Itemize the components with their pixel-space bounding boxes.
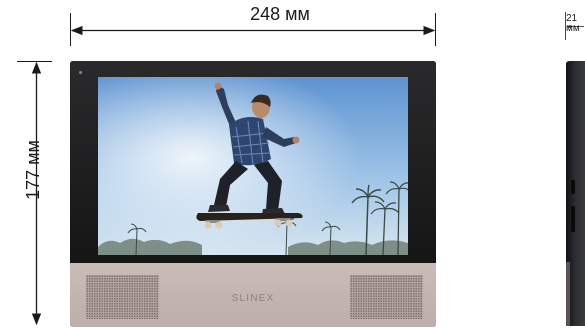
depth-label: 21 мм (566, 14, 580, 34)
height-label-text: 177 мм (23, 140, 43, 200)
monitor-front-view: SLINEX (70, 61, 436, 327)
brand-logo: SLINEX (231, 293, 275, 304)
monitor-bezel (70, 61, 436, 263)
side-port-1 (571, 180, 575, 194)
depth-unit: мм (566, 23, 580, 34)
speaker-grille-right (350, 275, 423, 319)
screen-photo (98, 77, 408, 255)
monitor-lower-panel: SLINEX (70, 263, 436, 327)
side-lower-strip (566, 262, 570, 326)
product-dimension-drawing: 248 мм 177 мм 21 мм SLINEX (0, 0, 585, 328)
width-label: 248 мм (190, 5, 370, 23)
side-view-drawing (566, 61, 585, 326)
side-port-2 (571, 206, 575, 232)
monitor-side-view (565, 60, 585, 327)
height-label: 177 мм (13, 140, 53, 200)
speaker-grille-left (86, 275, 159, 319)
light-sensor-dot (79, 71, 82, 74)
monitor-screen (98, 77, 408, 255)
width-label-text: 248 мм (250, 4, 310, 24)
